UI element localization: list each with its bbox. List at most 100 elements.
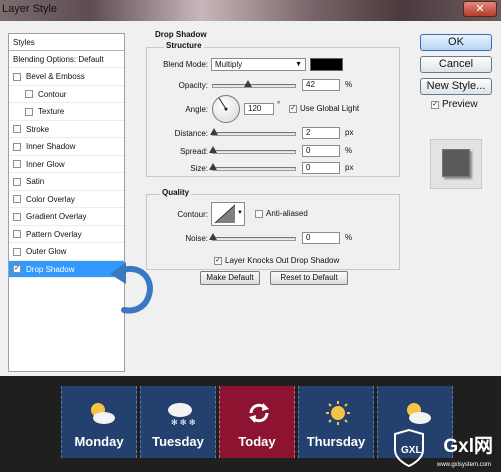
distance-slider[interactable] <box>210 128 296 136</box>
layer-style-dialog: Styles Blending Options: Default Bevel & … <box>0 21 501 376</box>
style-item-blending-options-default[interactable]: Blending Options: Default <box>9 51 124 68</box>
angle-needle-icon <box>218 97 228 111</box>
style-item-label: Texture <box>38 107 65 116</box>
watermark-url: www.gxlsystem.com <box>436 462 491 468</box>
style-item-label: Color Overlay <box>26 194 75 204</box>
new-style-button[interactable]: New Style... <box>420 78 492 95</box>
style-item-texture[interactable]: Texture <box>9 104 124 121</box>
sun-cloud-icon <box>407 403 431 424</box>
spread-slider-thumb[interactable] <box>209 146 217 153</box>
use-global-light-box[interactable]: ✓ <box>289 104 297 113</box>
style-item-checkbox[interactable] <box>13 142 21 151</box>
style-item-label: Stroke <box>26 124 50 134</box>
style-item-checkbox[interactable] <box>13 125 21 133</box>
weather-card-monday[interactable]: Monday <box>61 386 137 458</box>
style-item-pattern-overlay[interactable]: Pattern Overlay <box>9 226 124 243</box>
style-item-drop-shadow[interactable]: ✓ Drop Shadow <box>9 261 124 278</box>
svg-text:✻ ✻ ✻: ✻ ✻ ✻ <box>171 418 195 426</box>
weather-card-thursday[interactable]: Thursday <box>298 386 374 458</box>
style-item-satin[interactable]: Satin <box>9 174 124 191</box>
distance-input[interactable]: 2 <box>302 127 340 139</box>
opacity-slider-thumb[interactable] <box>244 80 253 87</box>
style-item-label: Inner Glow <box>26 159 65 169</box>
distance-slider-thumb[interactable] <box>210 128 218 135</box>
style-item-gradient-overlay[interactable]: Gradient Overlay <box>9 209 124 226</box>
window-titlebar[interactable]: Layer Style ✕ <box>0 0 501 21</box>
style-item-contour[interactable]: Contour <box>9 86 124 103</box>
style-item-label: Contour <box>38 89 67 99</box>
preview-checkbox[interactable]: ✓ Preview <box>431 99 478 110</box>
style-item-checkbox[interactable] <box>13 212 21 221</box>
knockout-checkbox[interactable]: ✓ Layer Knocks Out Drop Shadow <box>214 256 339 265</box>
contour-label: Contour: <box>177 210 208 219</box>
preview-swatch <box>442 149 470 177</box>
chevron-down-icon: ▼ <box>237 210 243 216</box>
anti-aliased-checkbox[interactable]: Anti-aliased <box>255 209 308 218</box>
blend-mode-label: Blend Mode: <box>163 60 208 69</box>
ok-button[interactable]: OK <box>420 34 492 51</box>
styles-header-label: Styles <box>13 37 35 47</box>
spread-label: Spread: <box>179 147 208 156</box>
contour-picker[interactable]: ▼ <box>211 202 245 226</box>
style-item-inner-glow[interactable]: Inner Glow <box>9 156 124 173</box>
weather-card-tuesday[interactable]: ✻ ✻ ✻ Tuesday <box>140 386 216 458</box>
shadow-color-swatch[interactable] <box>310 58 343 71</box>
style-item-checkbox[interactable] <box>25 107 33 116</box>
style-item-checkbox[interactable] <box>13 247 21 256</box>
opacity-input[interactable]: 42 <box>302 79 340 91</box>
size-label: Size: <box>190 164 208 173</box>
style-item-checkbox[interactable] <box>13 160 21 168</box>
noise-slider[interactable] <box>209 233 296 241</box>
style-item-stroke[interactable]: Stroke <box>9 121 124 138</box>
angle-dial[interactable] <box>212 95 240 123</box>
knockout-box[interactable]: ✓ <box>214 256 222 265</box>
style-item-bevel-emboss[interactable]: Bevel & Emboss <box>9 69 124 86</box>
style-item-checkbox[interactable] <box>13 177 21 186</box>
style-item-checkbox[interactable]: ✓ <box>13 265 21 273</box>
use-global-light-checkbox[interactable]: ✓ Use Global Light <box>289 104 359 113</box>
style-item-checkbox[interactable] <box>25 90 33 98</box>
style-item-label: Satin <box>26 177 45 186</box>
size-input[interactable]: 0 <box>302 162 340 174</box>
size-unit: px <box>345 163 354 172</box>
style-item-label: Outer Glow <box>26 247 67 256</box>
style-item-checkbox[interactable] <box>13 72 21 81</box>
style-item-checkbox[interactable] <box>13 230 21 238</box>
style-item-outer-glow[interactable]: Outer Glow <box>9 244 124 261</box>
use-global-light-label: Use Global Light <box>300 104 360 113</box>
opacity-label: Opacity: <box>178 81 208 90</box>
size-slider[interactable] <box>209 163 296 171</box>
sun-cloud-icon <box>91 403 115 424</box>
style-item-color-overlay[interactable]: Color Overlay <box>9 191 124 208</box>
style-item-label: Gradient Overlay <box>26 212 87 221</box>
knockout-label: Layer Knocks Out Drop Shadow <box>225 256 340 265</box>
close-icon: ✕ <box>475 3 485 15</box>
noise-input[interactable]: 0 <box>302 232 340 244</box>
preview-box-check[interactable]: ✓ <box>431 100 439 109</box>
opacity-slider[interactable] <box>212 80 296 88</box>
distance-label: Distance: <box>174 129 208 138</box>
make-default-button[interactable]: Make Default <box>200 271 260 285</box>
anti-aliased-box[interactable] <box>255 209 263 218</box>
spread-slider[interactable] <box>209 146 296 154</box>
size-slider-thumb[interactable] <box>209 163 217 170</box>
spread-input[interactable]: 0 <box>302 145 340 157</box>
watermark-text: Gxl网 <box>443 431 493 458</box>
styles-header[interactable]: Styles <box>9 34 124 51</box>
noise-label: Noise: <box>185 234 208 243</box>
angle-input[interactable]: 120 <box>244 103 274 115</box>
angle-label: Angle: <box>185 105 208 114</box>
refresh-icon <box>249 403 269 423</box>
style-item-label: Blending Options: Default <box>13 54 104 64</box>
blend-mode-select[interactable]: Multiply ▼ <box>211 58 306 71</box>
drop-shadow-title: Drop Shadow <box>153 30 209 39</box>
noise-slider-thumb[interactable] <box>209 233 217 240</box>
style-item-checkbox[interactable] <box>13 195 21 203</box>
cancel-button[interactable]: Cancel <box>420 56 492 73</box>
reset-to-default-button[interactable]: Reset to Default <box>270 271 348 285</box>
weather-card-label: Thursday <box>306 434 366 449</box>
style-item-inner-shadow[interactable]: Inner Shadow <box>9 139 124 156</box>
weather-card-today[interactable]: Today <box>219 386 295 458</box>
weather-strip: Monday ✻ ✻ ✻ Tuesday Today Thursday GXL Gxl网… <box>0 376 501 472</box>
close-button[interactable]: ✕ <box>463 1 497 17</box>
